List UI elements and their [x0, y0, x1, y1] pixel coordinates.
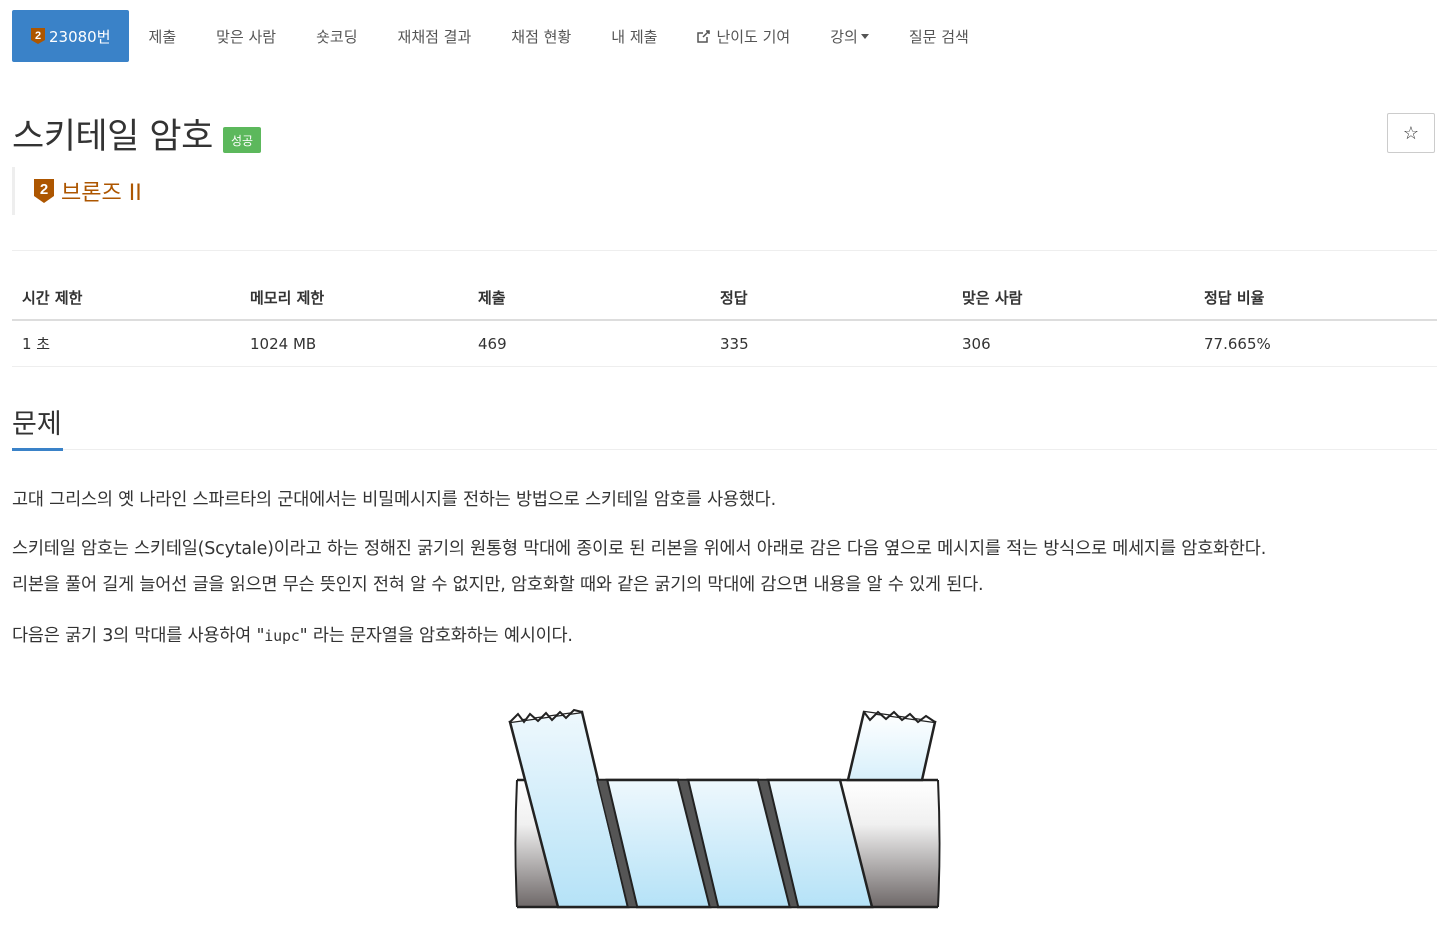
divider	[12, 250, 1437, 251]
tab-label: 재채점 결과	[397, 27, 472, 46]
tab-contribute-difficulty[interactable]: 난이도 기여	[677, 10, 810, 62]
bronze-tier-icon: 2	[31, 28, 45, 44]
tab-label: 숏코딩	[316, 27, 358, 46]
tab-short-coding[interactable]: 숏코딩	[296, 10, 377, 62]
tab-judge-status[interactable]: 채점 현황	[491, 10, 591, 62]
problem-paragraph-3: 다음은 굵기 3의 막대를 사용하여 "iupc" 라는 문자열을 암호화하는 …	[12, 618, 573, 654]
accepted-users-value: 306	[952, 320, 1194, 367]
problem-paragraph-1: 고대 그리스의 옛 나라인 스파르타의 군대에서는 비밀메시지를 전하는 방법으…	[12, 490, 776, 510]
tab-label: 맞은 사람	[216, 27, 277, 46]
tab-accepted-users[interactable]: 맞은 사람	[196, 10, 296, 62]
text: 다음은 굵기 3의 막대를 사용하여 "	[12, 626, 265, 646]
section-heading: 문제	[12, 409, 62, 440]
tab-problem-number[interactable]: 2 23080번	[12, 10, 129, 62]
problem-info-table: 시간 제한 메모리 제한 제출 정답 맞은 사람 정답 비율 1 초 1024 …	[12, 276, 1437, 367]
header-time-limit: 시간 제한	[12, 276, 240, 321]
tab-lecture[interactable]: 강의	[810, 10, 889, 62]
tab-label: 난이도 기여	[716, 27, 791, 46]
svg-text:2: 2	[35, 30, 41, 42]
star-button[interactable]: ☆	[1387, 113, 1435, 153]
tab-label: 내 제출	[611, 27, 658, 46]
problem-paragraph-2-line-1: 스키테일 암호는 스키테일(Scytale)이라고 하는 정해진 굵기의 원통형…	[12, 539, 1267, 559]
problem-tier: 2 브론즈 II	[12, 167, 142, 215]
section-heading-underline	[12, 448, 63, 451]
header-accept-ratio: 정답 비율	[1194, 276, 1437, 321]
bronze-tier-icon: 2	[34, 179, 54, 203]
header-submissions: 제출	[468, 276, 710, 321]
scytale-illustration	[508, 708, 941, 909]
time-limit-value: 1 초	[12, 320, 240, 367]
submissions-value: 469	[468, 320, 710, 367]
tab-submit[interactable]: 제출	[129, 10, 197, 62]
tab-label: 강의	[830, 27, 858, 46]
problem-paragraph-2-line-2: 리본을 풀어 길게 늘어선 글을 읽으면 무슨 뜻인지 전혀 알 수 없지만, …	[12, 575, 984, 595]
problem-number: 23080번	[49, 27, 111, 46]
text: " 라는 문자열을 암호화하는 예시이다.	[299, 626, 573, 646]
table-row: 1 초 1024 MB 469 335 306 77.665%	[12, 320, 1437, 367]
tab-label: 질문 검색	[908, 27, 969, 46]
tier-number: 2	[40, 181, 48, 198]
table-header-row: 시간 제한 메모리 제한 제출 정답 맞은 사람 정답 비율	[12, 276, 1437, 321]
header-accepted-users: 맞은 사람	[952, 276, 1194, 321]
section-divider	[12, 449, 1437, 450]
star-icon: ☆	[1402, 122, 1420, 143]
accept-ratio-value: 77.665%	[1194, 320, 1437, 367]
header-memory-limit: 메모리 제한	[240, 276, 468, 321]
tab-label: 채점 현황	[511, 27, 572, 46]
tier-label[interactable]: 브론즈 II	[61, 175, 142, 207]
caret-down-icon	[860, 33, 869, 39]
tab-my-submissions[interactable]: 내 제출	[591, 10, 677, 62]
problem-title: 스키테일 암호	[12, 117, 213, 157]
tab-rejudge-result[interactable]: 재채점 결과	[378, 10, 492, 62]
external-link-icon	[697, 29, 711, 43]
tab-question-search[interactable]: 질문 검색	[889, 10, 989, 62]
memory-limit-value: 1024 MB	[240, 320, 468, 367]
tab-label: 제출	[148, 27, 177, 46]
problem-menu: 2 23080번 제출 맞은 사람 숏코딩 재채점 결과 채점 현황 내 제출 …	[12, 10, 989, 62]
ribbon-end	[846, 710, 937, 782]
accepted-value: 335	[710, 320, 952, 367]
status-badge: 성공	[223, 127, 262, 153]
inline-code: iupc	[264, 627, 300, 645]
header-accepted: 정답	[710, 276, 952, 321]
